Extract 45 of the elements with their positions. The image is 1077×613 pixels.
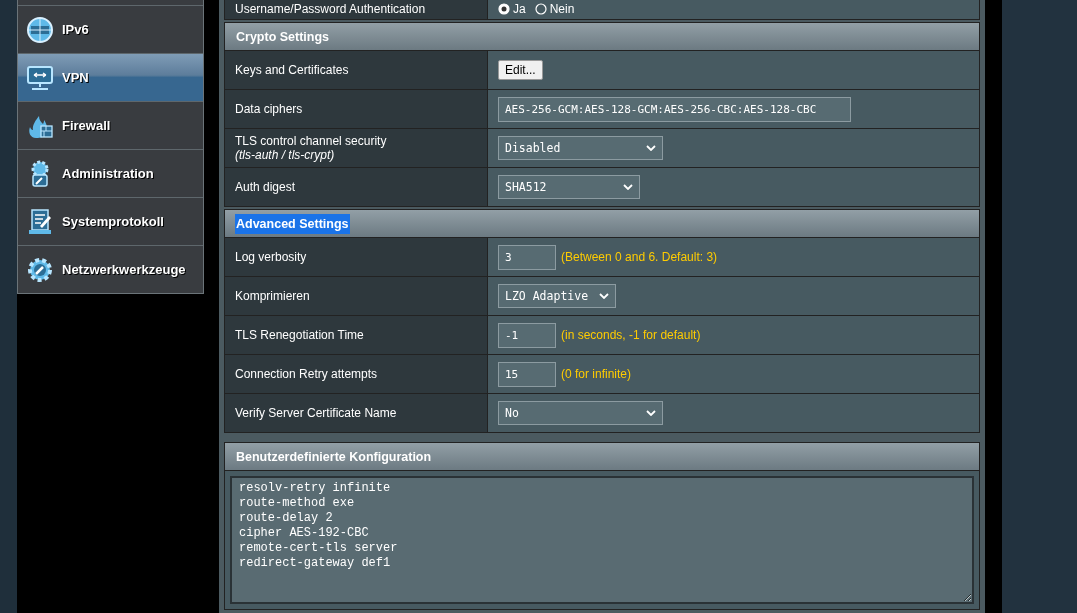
field-label: TLS control channel security: [235, 134, 388, 148]
field-label: Connection Retry attempts: [235, 367, 379, 381]
field-label: Auth digest: [235, 180, 297, 194]
hint-text: (0 for infinite): [561, 367, 632, 381]
radio-label: Ja: [513, 2, 526, 16]
dropdown[interactable]: SHA512: [498, 175, 640, 199]
field-label: Username/Password Authentication: [235, 2, 427, 16]
field-sublabel: (tls-auth / tls-crypt): [235, 148, 336, 162]
radio-label: Nein: [549, 2, 575, 16]
chevron-down-icon: [646, 410, 656, 416]
field-label: Keys and Certificates: [235, 63, 350, 77]
chevron-down-icon: [599, 293, 609, 299]
hint-text: (Between 0 and 6. Default: 3): [561, 250, 718, 264]
input-field[interactable]: 3: [498, 244, 556, 270]
field-label: Verify Server Certificate Name: [235, 406, 398, 420]
dropdown[interactable]: No: [498, 401, 663, 425]
sidebar-item[interactable]: Netzwerkwerkzeuge: [18, 245, 203, 293]
dropdown[interactable]: LZO Adaptive: [498, 284, 616, 308]
input-field[interactable]: AES-256-GCM:AES-128-GCM:AES-256-CBC:AES-128-CBC: [498, 96, 851, 122]
sidebar-item[interactable]: Firewall: [18, 101, 203, 149]
input-field[interactable]: 15: [498, 361, 556, 387]
gear-icon: [26, 255, 54, 284]
radio-button[interactable]: [534, 3, 547, 15]
chevron-down-icon: [623, 184, 633, 190]
input-field[interactable]: -1: [498, 322, 556, 348]
section-title: Benutzerdefinierte Konfiguration: [235, 448, 433, 466]
hint-text: (in seconds, -1 for default): [561, 328, 701, 342]
sidebar-item[interactable]: Systemprotokoll: [18, 197, 203, 245]
sidebar-item[interactable]: Administration: [18, 149, 203, 197]
chevron-down-icon: [646, 145, 656, 151]
field-label: Log verbosity: [235, 250, 308, 264]
field-label: Data ciphers: [235, 102, 304, 116]
monitor-icon: [26, 63, 54, 92]
dropdown[interactable]: Disabled: [498, 136, 663, 160]
edit-button[interactable]: Edit...: [498, 60, 543, 80]
field-label: Komprimieren: [235, 289, 311, 303]
sidebar-item[interactable]: VPN: [18, 53, 203, 101]
config-text-area[interactable]: resolv-retry infinite route-method exe route-delay 2 cipher AES-192-CBC remote-cert-tls server redirect-gateway def1: [230, 476, 974, 604]
radio-button[interactable]: [498, 3, 510, 15]
section-title: Crypto Settings: [235, 28, 331, 46]
sidebar-item[interactable]: IPv6: [18, 5, 203, 53]
field-label: TLS Renegotiation Time: [235, 328, 365, 342]
section-title: Advanced Settings: [235, 213, 350, 234]
globe-icon: [26, 15, 54, 44]
document-icon: [26, 207, 54, 236]
